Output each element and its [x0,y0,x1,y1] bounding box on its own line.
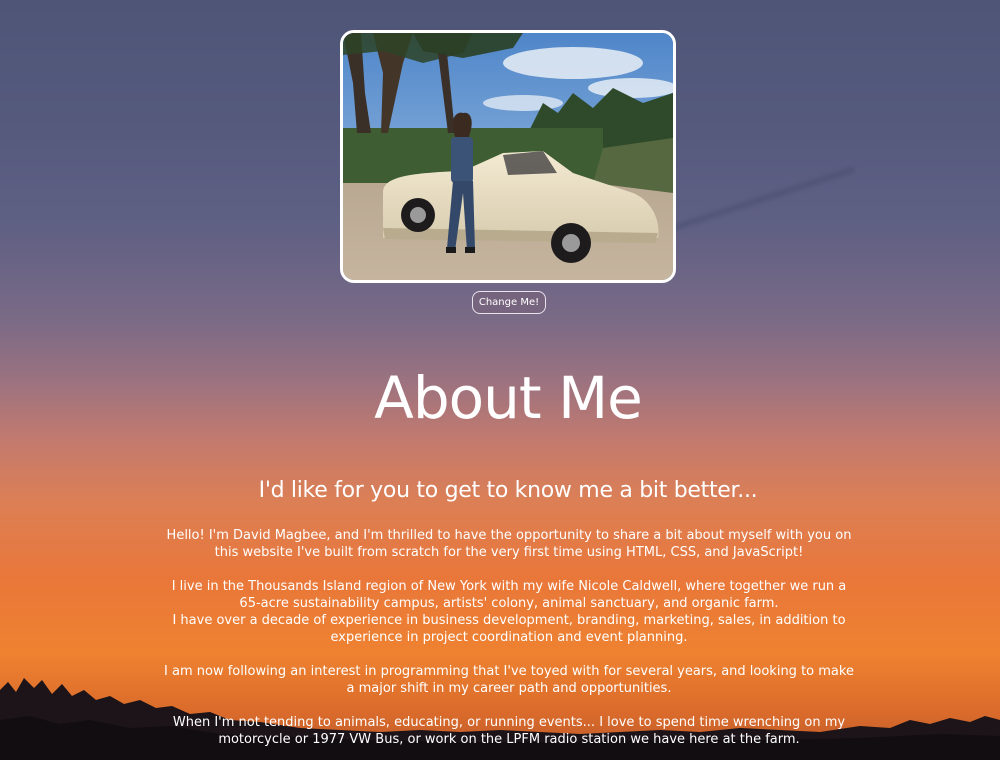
profile-photo-image [343,33,673,280]
page-subtitle: I'd like for you to get to know me a bit… [258,478,758,503]
bio-paragraph: When I'm not tending to animals, educati… [172,715,846,747]
page-title: About Me [374,364,643,432]
bio-paragraph: I live in the Thousands Island region of… [164,578,854,646]
profile-photo [340,30,676,283]
bio-section: Hello! I'm David Magbee, and I'm thrille… [164,527,854,760]
bio-paragraph: I am now following an interest in progra… [164,664,854,696]
sky-cloud-streak [644,166,856,240]
change-photo-button[interactable]: Change Me! [472,291,546,314]
bio-paragraph: Hello! I'm David Magbee, and I'm thrille… [166,528,852,560]
bio-line: I have over a decade of experience in bu… [172,613,846,645]
bio-line: I live in the Thousands Island region of… [171,579,847,611]
